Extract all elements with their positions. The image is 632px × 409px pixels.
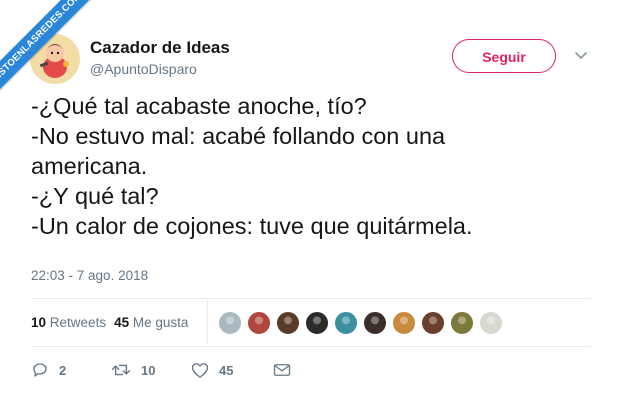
watermark-ribbon: VISTOENLASREDES.COM [0,0,110,110]
tweet-timestamp[interactable]: 22:03 - 7 ago. 2018 [31,268,148,283]
tweet-line: -¿Qué tal acabaste anoche, tío? [31,93,367,119]
heart-icon [191,362,209,379]
retweet-count: 10 [141,362,156,378]
tweet-stats: 10 Retweets 45 Me gusta [31,315,188,330]
liker-avatar[interactable] [363,311,387,335]
liker-avatar[interactable] [218,311,242,335]
retweet-icon [111,361,131,379]
follow-button[interactable]: Seguir [452,39,556,73]
liker-avatar[interactable] [334,311,358,335]
reply-icon [31,361,49,379]
likes-stat[interactable]: 45 Me gusta [114,315,188,330]
liker-avatar[interactable] [247,311,271,335]
liker-avatar[interactable] [450,311,474,335]
like-button[interactable]: 45 [191,360,233,380]
stats-separator [207,300,208,344]
retweets-count: 10 [31,315,47,330]
liker-avatar[interactable] [392,311,416,335]
liker-avatar[interactable] [305,311,329,335]
like-count: 45 [219,362,234,378]
tweet-line: -No estuvo mal: acabé follando con una [31,123,446,149]
liker-avatar[interactable] [479,311,503,335]
envelope-icon [273,362,291,378]
tweet-text: -¿Qué tal acabaste anoche, tío? -No estu… [31,91,611,241]
tweet-line: -Un calor de cojones: tuve que quitármel… [31,213,473,239]
likes-label: Me gusta [132,315,189,330]
divider [31,346,591,347]
tweet-line: -¿Y qué tal? [31,183,159,209]
tweet-actions: 2 10 45 [31,360,331,380]
watermark-text: VISTOENLASREDES.COM [0,0,98,99]
chevron-down-icon[interactable] [574,49,588,61]
divider [31,298,591,299]
reply-count: 2 [59,362,67,378]
reply-button[interactable]: 2 [31,360,66,380]
retweets-stat[interactable]: 10 Retweets [31,315,106,330]
tweet-line: americana. [31,153,148,179]
retweet-button[interactable]: 10 [111,360,155,380]
author-name[interactable]: Cazador de Ideas [90,38,230,58]
message-button[interactable] [273,360,291,380]
likes-count: 45 [114,315,130,330]
retweets-label: Retweets [49,315,107,330]
liker-avatar[interactable] [276,311,300,335]
liker-avatar[interactable] [421,311,445,335]
